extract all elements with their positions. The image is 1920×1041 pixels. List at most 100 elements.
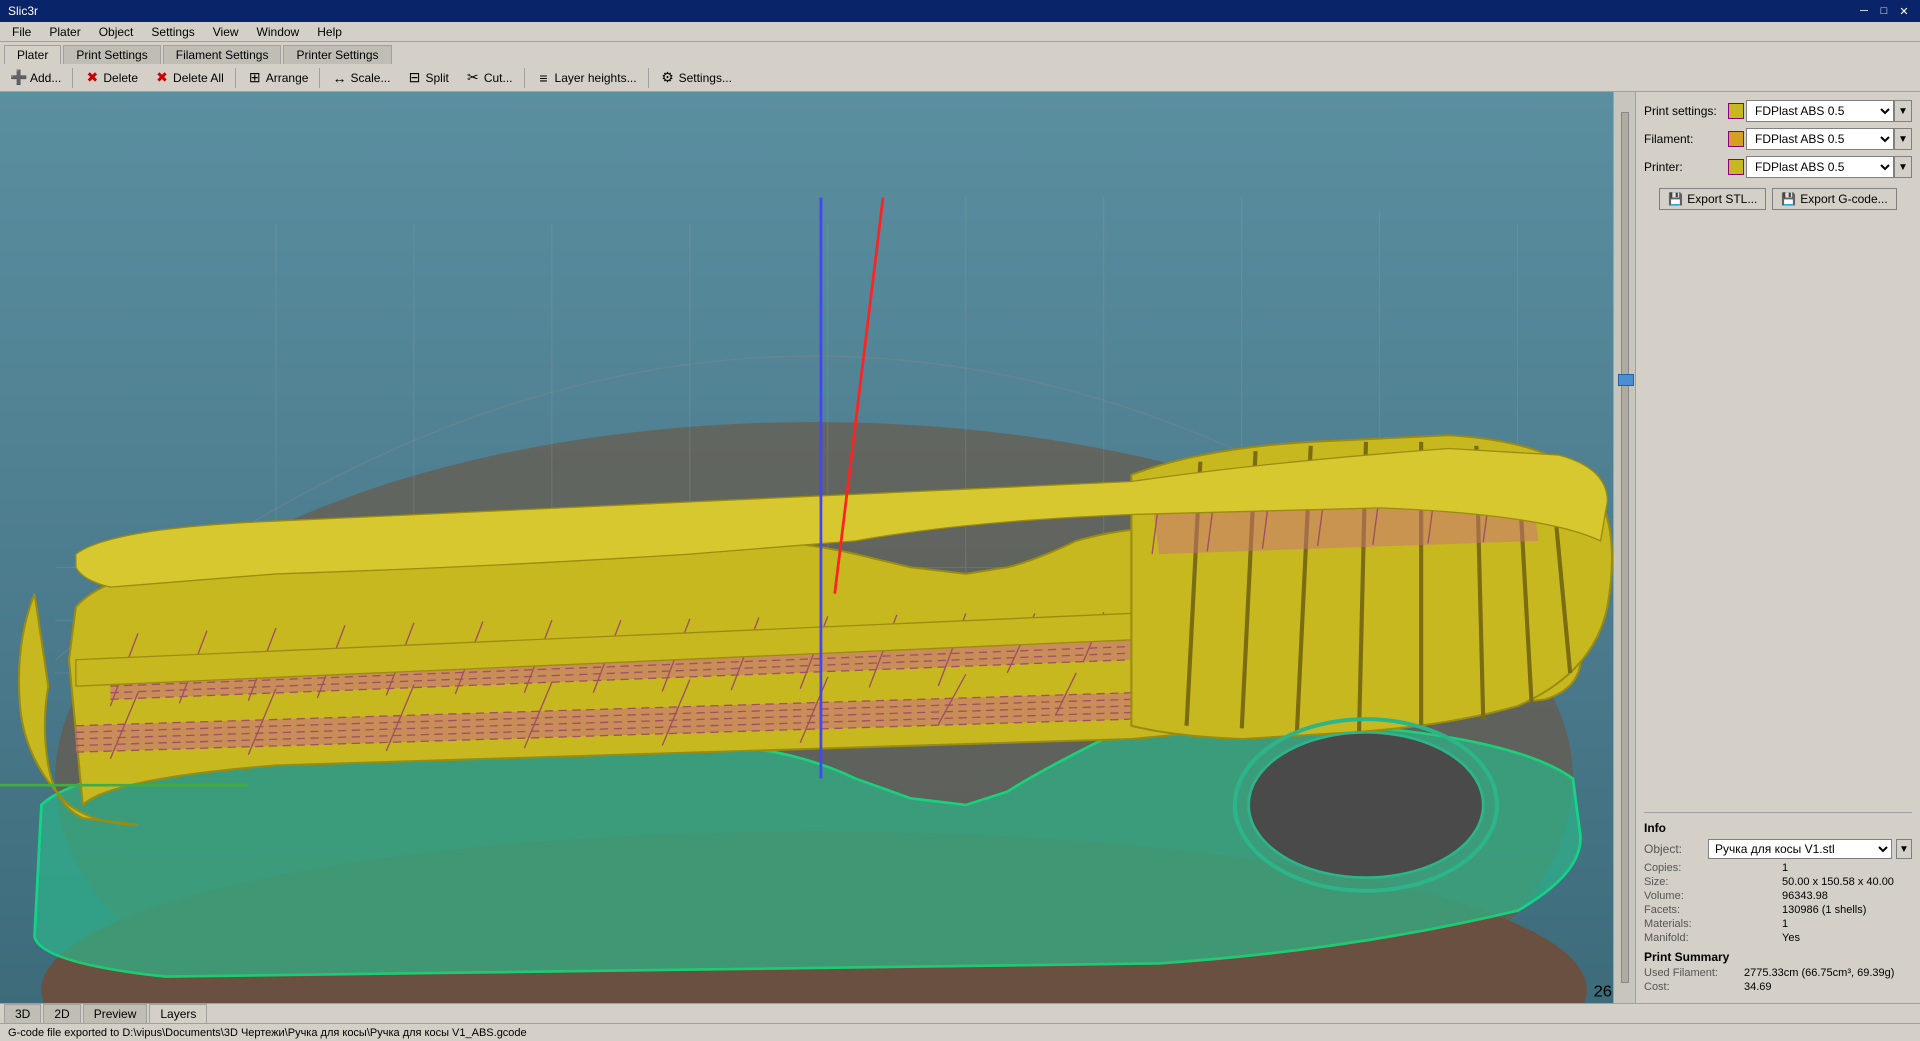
materials-value: 1 [1782, 918, 1912, 930]
maximize-button[interactable]: □ [1876, 3, 1892, 19]
volume-label: Volume: [1644, 890, 1774, 902]
toolbar: ➕ Add... ✖ Delete ✖ Delete All ⊞ Arrange… [0, 64, 1920, 92]
cut-icon: ✂ [465, 70, 481, 86]
menu-settings[interactable]: Settings [143, 24, 202, 40]
model-svg: 26.26 [0, 92, 1635, 1003]
add-button[interactable]: ➕ Add... [4, 67, 68, 89]
used-filament-row: Used Filament: 2775.33cm (66.75cm³, 69.3… [1644, 967, 1912, 979]
status-text: G-code file exported to D:\vipus\Documen… [8, 1027, 527, 1039]
titlebar: Slic3r ─ □ ✕ [0, 0, 1920, 22]
size-label: Size: [1644, 876, 1774, 888]
delete-button[interactable]: ✖ Delete [77, 67, 145, 89]
menu-object[interactable]: Object [91, 24, 142, 40]
manifold-label: Manifold: [1644, 932, 1774, 944]
cost-value: 34.69 [1744, 981, 1772, 993]
export-gcode-button[interactable]: 💾 Export G-code... [1772, 188, 1896, 210]
tab-filament-settings[interactable]: Filament Settings [163, 45, 282, 64]
print-settings-label: Print settings: [1644, 104, 1724, 118]
tab-preview[interactable]: Preview [83, 1004, 148, 1023]
delete-all-button[interactable]: ✖ Delete All [147, 67, 231, 89]
viewport[interactable]: 26.26 [0, 92, 1635, 1003]
scale-icon: ↔ [331, 70, 347, 86]
volume-value: 96343.98 [1782, 890, 1912, 902]
layer-slider[interactable] [1613, 92, 1635, 1003]
bottom-tabs: 3D 2D Preview Layers [0, 1003, 1920, 1023]
info-title: Info [1644, 821, 1912, 835]
close-button[interactable]: ✕ [1896, 3, 1912, 19]
minimize-button[interactable]: ─ [1856, 3, 1872, 19]
filament-color-icon [1728, 131, 1744, 147]
split-icon: ⊟ [406, 70, 422, 86]
object-select[interactable]: Ручка для косы V1.stl [1708, 839, 1892, 859]
sep4 [524, 68, 525, 88]
export-stl-icon: 💾 [1668, 192, 1683, 206]
used-filament-label: Used Filament: [1644, 967, 1744, 979]
filament-row: Filament: FDPlast ABS 0.5 ▼ [1644, 128, 1912, 150]
size-value: 50.00 x 150.58 x 40.00 [1782, 876, 1912, 888]
print-settings-color-icon [1728, 103, 1744, 119]
tab-layers[interactable]: Layers [149, 1004, 207, 1023]
add-icon: ➕ [11, 70, 27, 86]
facets-label: Facets: [1644, 904, 1774, 916]
menu-window[interactable]: Window [249, 24, 308, 40]
printer-select[interactable]: FDPlast ABS 0.5 [1746, 156, 1894, 178]
print-settings-select[interactable]: FDPlast ABS 0.5 [1746, 100, 1894, 122]
printer-label: Printer: [1644, 160, 1724, 174]
used-filament-value: 2775.33cm (66.75cm³, 69.39g) [1744, 967, 1894, 979]
tab-plater[interactable]: Plater [4, 45, 61, 64]
export-stl-button[interactable]: 💾 Export STL... [1659, 188, 1766, 210]
printer-color-icon [1728, 159, 1744, 175]
tab-print-settings[interactable]: Print Settings [63, 45, 160, 64]
toolbar-tabs: Plater Print Settings Filament Settings … [0, 42, 1920, 64]
tab-2d[interactable]: 2D [43, 1004, 80, 1023]
menu-help[interactable]: Help [309, 24, 350, 40]
facets-value: 130986 (1 shells) [1782, 904, 1912, 916]
settings-button[interactable]: ⚙ Settings... [653, 67, 739, 89]
main-content: 26.26 Print settings: FDPlast ABS 0.5 ▼ [0, 92, 1920, 1003]
delete-all-icon: ✖ [154, 70, 170, 86]
cost-row: Cost: 34.69 [1644, 981, 1912, 993]
printer-dropdown-btn[interactable]: ▼ [1894, 156, 1912, 178]
menu-view[interactable]: View [205, 24, 247, 40]
settings-icon: ⚙ [660, 70, 676, 86]
print-settings-row: Print settings: FDPlast ABS 0.5 ▼ [1644, 100, 1912, 122]
object-dropdown-btn[interactable]: ▼ [1896, 839, 1912, 859]
menu-plater[interactable]: Plater [41, 24, 88, 40]
window-title: Slic3r [8, 4, 38, 18]
printer-row: Printer: FDPlast ABS 0.5 ▼ [1644, 156, 1912, 178]
filament-dropdown-btn[interactable]: ▼ [1894, 128, 1912, 150]
split-button[interactable]: ⊟ Split [399, 67, 455, 89]
materials-label: Materials: [1644, 918, 1774, 930]
filament-select[interactable]: FDPlast ABS 0.5 [1746, 128, 1894, 150]
scene: 26.26 [0, 92, 1635, 1003]
export-gcode-icon: 💾 [1781, 192, 1796, 206]
print-settings-dropdown-btn[interactable]: ▼ [1894, 100, 1912, 122]
layer-heights-icon: ≡ [536, 70, 552, 86]
object-label: Object: [1644, 842, 1704, 856]
statusbar: G-code file exported to D:\vipus\Documen… [0, 1023, 1920, 1041]
object-row: Object: Ручка для косы V1.stl ▼ [1644, 839, 1912, 859]
sep2 [235, 68, 236, 88]
slider-track[interactable] [1621, 112, 1629, 983]
tab-printer-settings[interactable]: Printer Settings [283, 45, 391, 64]
arrange-icon: ⊞ [247, 70, 263, 86]
arrange-button[interactable]: ⊞ Arrange [240, 67, 316, 89]
info-grid: Copies: 1 Size: 50.00 x 150.58 x 40.00 V… [1644, 862, 1912, 944]
copies-value: 1 [1782, 862, 1912, 874]
print-summary-title: Print Summary [1644, 950, 1912, 964]
slider-thumb[interactable] [1618, 374, 1634, 386]
menubar: File Plater Object Settings View Window … [0, 22, 1920, 42]
layer-heights-button[interactable]: ≡ Layer heights... [529, 67, 644, 89]
filament-label: Filament: [1644, 132, 1724, 146]
delete-icon: ✖ [84, 70, 100, 86]
export-buttons: 💾 Export STL... 💾 Export G-code... [1644, 188, 1912, 210]
tab-3d[interactable]: 3D [4, 1004, 41, 1023]
scale-button[interactable]: ↔ Scale... [324, 67, 397, 89]
menu-file[interactable]: File [4, 24, 39, 40]
copies-label: Copies: [1644, 862, 1774, 874]
titlebar-controls: ─ □ ✕ [1856, 3, 1912, 19]
sep3 [319, 68, 320, 88]
cut-button[interactable]: ✂ Cut... [458, 67, 520, 89]
cost-label: Cost: [1644, 981, 1744, 993]
manifold-value: Yes [1782, 932, 1912, 944]
